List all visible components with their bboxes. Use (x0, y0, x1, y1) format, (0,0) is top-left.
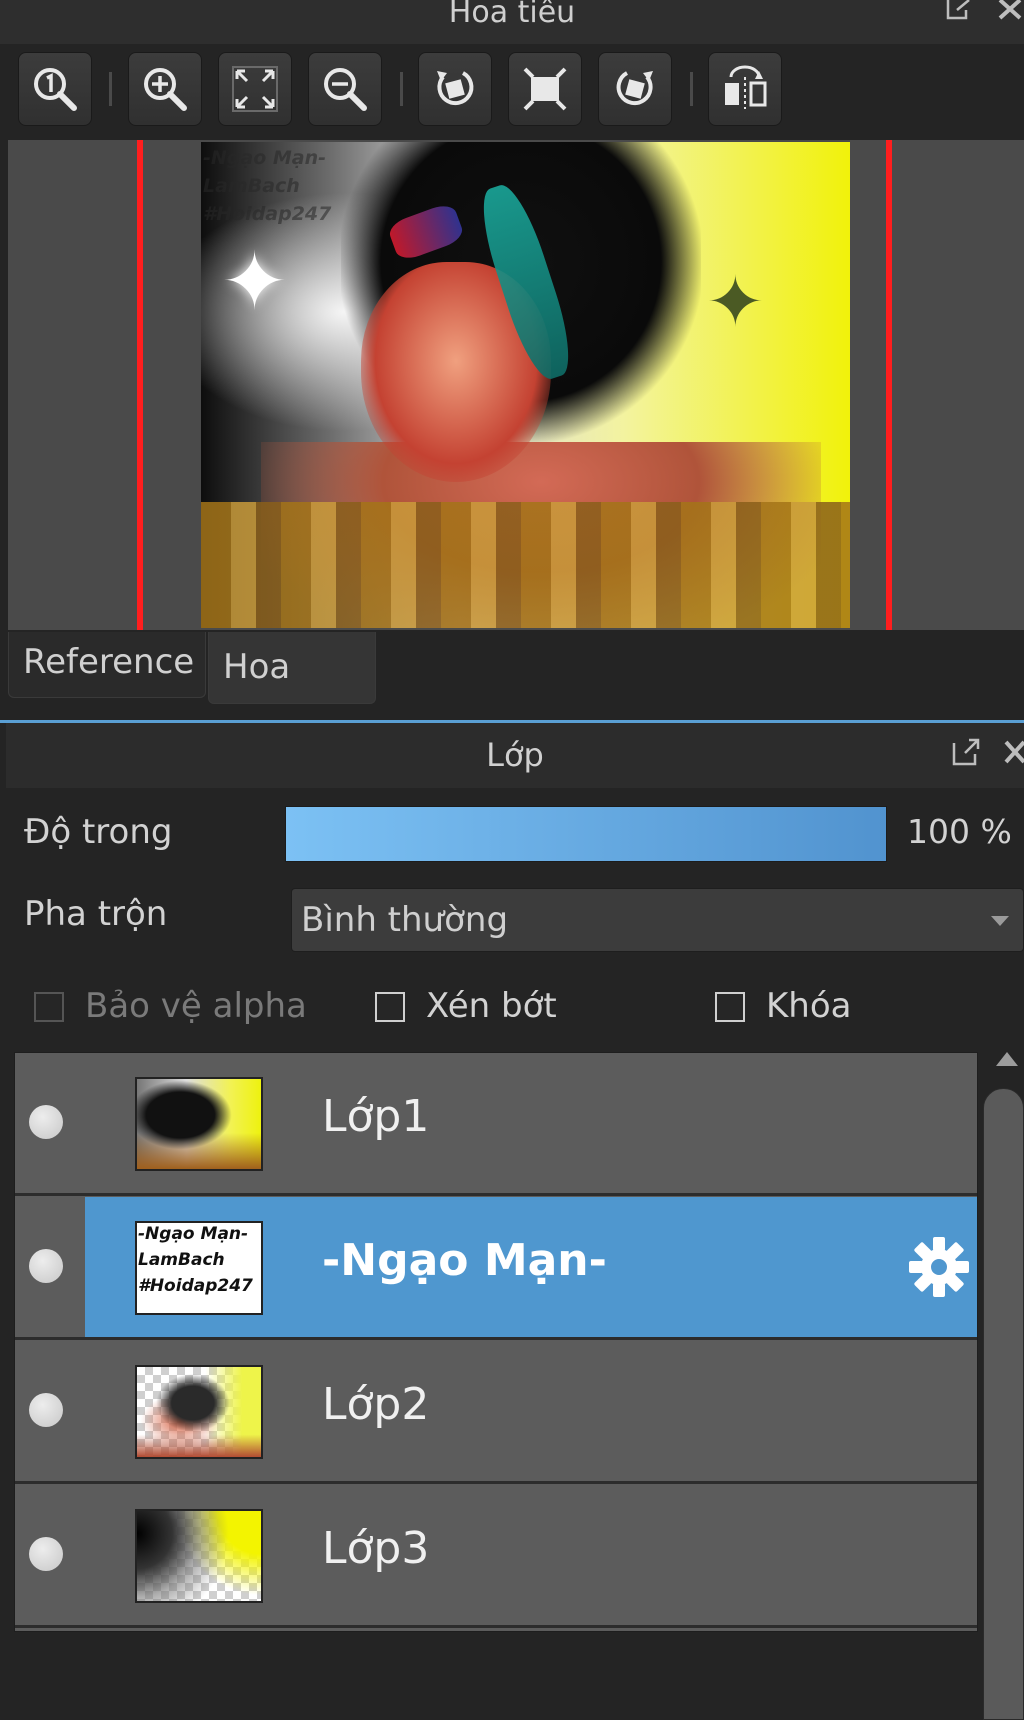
layer-row[interactable]: Lớp3 (15, 1485, 977, 1628)
toolbar-separator (690, 72, 693, 106)
layers-title: Lớp (486, 736, 544, 774)
zoom-in-button[interactable] (128, 52, 202, 126)
visibility-toggle[interactable] (29, 1537, 63, 1571)
toolbar-separator (400, 72, 403, 106)
zoom-out-button[interactable] (308, 52, 382, 126)
lock-checkbox[interactable] (715, 992, 745, 1022)
close-icon[interactable] (1004, 737, 1024, 767)
chevron-down-icon (991, 916, 1009, 926)
clip-checkbox[interactable] (375, 992, 405, 1022)
view-bound-right (886, 140, 892, 630)
opacity-value: 100 % (907, 812, 1012, 851)
toolbar-separator (109, 72, 112, 106)
navigator-title-bar: Hoa tiêu (0, 0, 1024, 44)
lock-label: Khóa (766, 986, 852, 1026)
rotate-right-icon (616, 71, 653, 106)
layer-thumbnail: -Ngạo Mạn- LamBach #Hoidap247 (135, 1221, 263, 1315)
layer-thumbnail (135, 1509, 263, 1603)
layer-name: Lớp1 (322, 1091, 430, 1142)
opacity-label: Độ trong (24, 812, 173, 852)
alpha-protect-checkbox[interactable] (34, 992, 64, 1022)
visibility-toggle[interactable] (29, 1393, 63, 1427)
fit-canvas-icon (523, 67, 567, 111)
layer-name: Lớp3 (322, 1523, 430, 1574)
layer-thumbnail (135, 1365, 263, 1459)
sparkle-icon: ✦ (706, 261, 765, 343)
opacity-slider[interactable] (285, 806, 887, 862)
fit-to-window-button[interactable] (218, 52, 292, 126)
fit-to-window-icon (232, 66, 278, 112)
dock-tabs: Reference Hoa tiêu (0, 630, 1024, 757)
blend-mode-value: Bình thường (301, 900, 509, 940)
navigator-preview[interactable]: ✦ ✦ -Ngạo Mạn- LamBach #Hoidap247 (8, 140, 1024, 630)
gear-icon[interactable] (905, 1233, 973, 1301)
watermark-text: -Ngạo Mạn- LamBach #Hoidap247 (203, 147, 332, 225)
tab-navigator[interactable]: Hoa tiêu (208, 632, 376, 757)
tab-reference[interactable]: Reference (8, 632, 206, 698)
flip-horizontal-button[interactable] (708, 52, 782, 126)
clip-label: Xén bớt (426, 986, 557, 1026)
layer-row[interactable]: Lớp2 (15, 1341, 977, 1484)
visibility-toggle[interactable] (29, 1249, 63, 1283)
layers-title-bar: Lớp (6, 723, 1024, 788)
rotate-right-button[interactable] (598, 52, 672, 126)
layer-row[interactable]: Lớp1 (15, 1053, 977, 1196)
layer-list: Lớp1 -Ngạo Mạn- LamBach #Hoidap247 -Ngạo… (14, 1052, 978, 1632)
popout-icon[interactable] (945, 0, 971, 20)
layer-name: Lớp2 (322, 1379, 430, 1430)
zoom-actual-size-icon (34, 68, 77, 111)
layer-list-scrollbar[interactable] (983, 1088, 1024, 1720)
layer-thumbnail (135, 1077, 263, 1171)
zoom-out-icon (324, 68, 367, 111)
blend-mode-label: Pha trộn (24, 894, 168, 934)
thumbnail-text: -Ngạo Mạn- LamBach #Hoidap247 (138, 1224, 253, 1296)
blend-mode-select[interactable]: Bình thường (291, 888, 1024, 952)
close-icon[interactable] (998, 0, 1022, 20)
alpha-protect-label: Bảo vệ alpha (85, 986, 307, 1026)
visibility-toggle[interactable] (29, 1105, 63, 1139)
flip-horizontal-icon (725, 65, 767, 109)
zoom-actual-size-button[interactable] (18, 52, 92, 126)
view-bound-left (137, 140, 143, 630)
sparkle-icon: ✦ (221, 235, 289, 328)
layer-row-selected[interactable]: -Ngạo Mạn- LamBach #Hoidap247 -Ngạo Mạn- (15, 1197, 977, 1340)
canvas-thumbnail: ✦ ✦ -Ngạo Mạn- LamBach #Hoidap247 (201, 142, 850, 628)
rotate-left-button[interactable] (418, 52, 492, 126)
layer-name: -Ngạo Mạn- (322, 1235, 607, 1286)
navigator-title: Hoa tiêu (448, 0, 576, 30)
popout-icon[interactable] (951, 737, 981, 767)
fit-canvas-button[interactable] (508, 52, 582, 126)
zoom-in-icon (144, 68, 187, 111)
rotate-left-icon (437, 71, 474, 106)
navigator-toolbar (0, 44, 1024, 139)
scroll-up-arrow-icon[interactable] (996, 1052, 1018, 1066)
